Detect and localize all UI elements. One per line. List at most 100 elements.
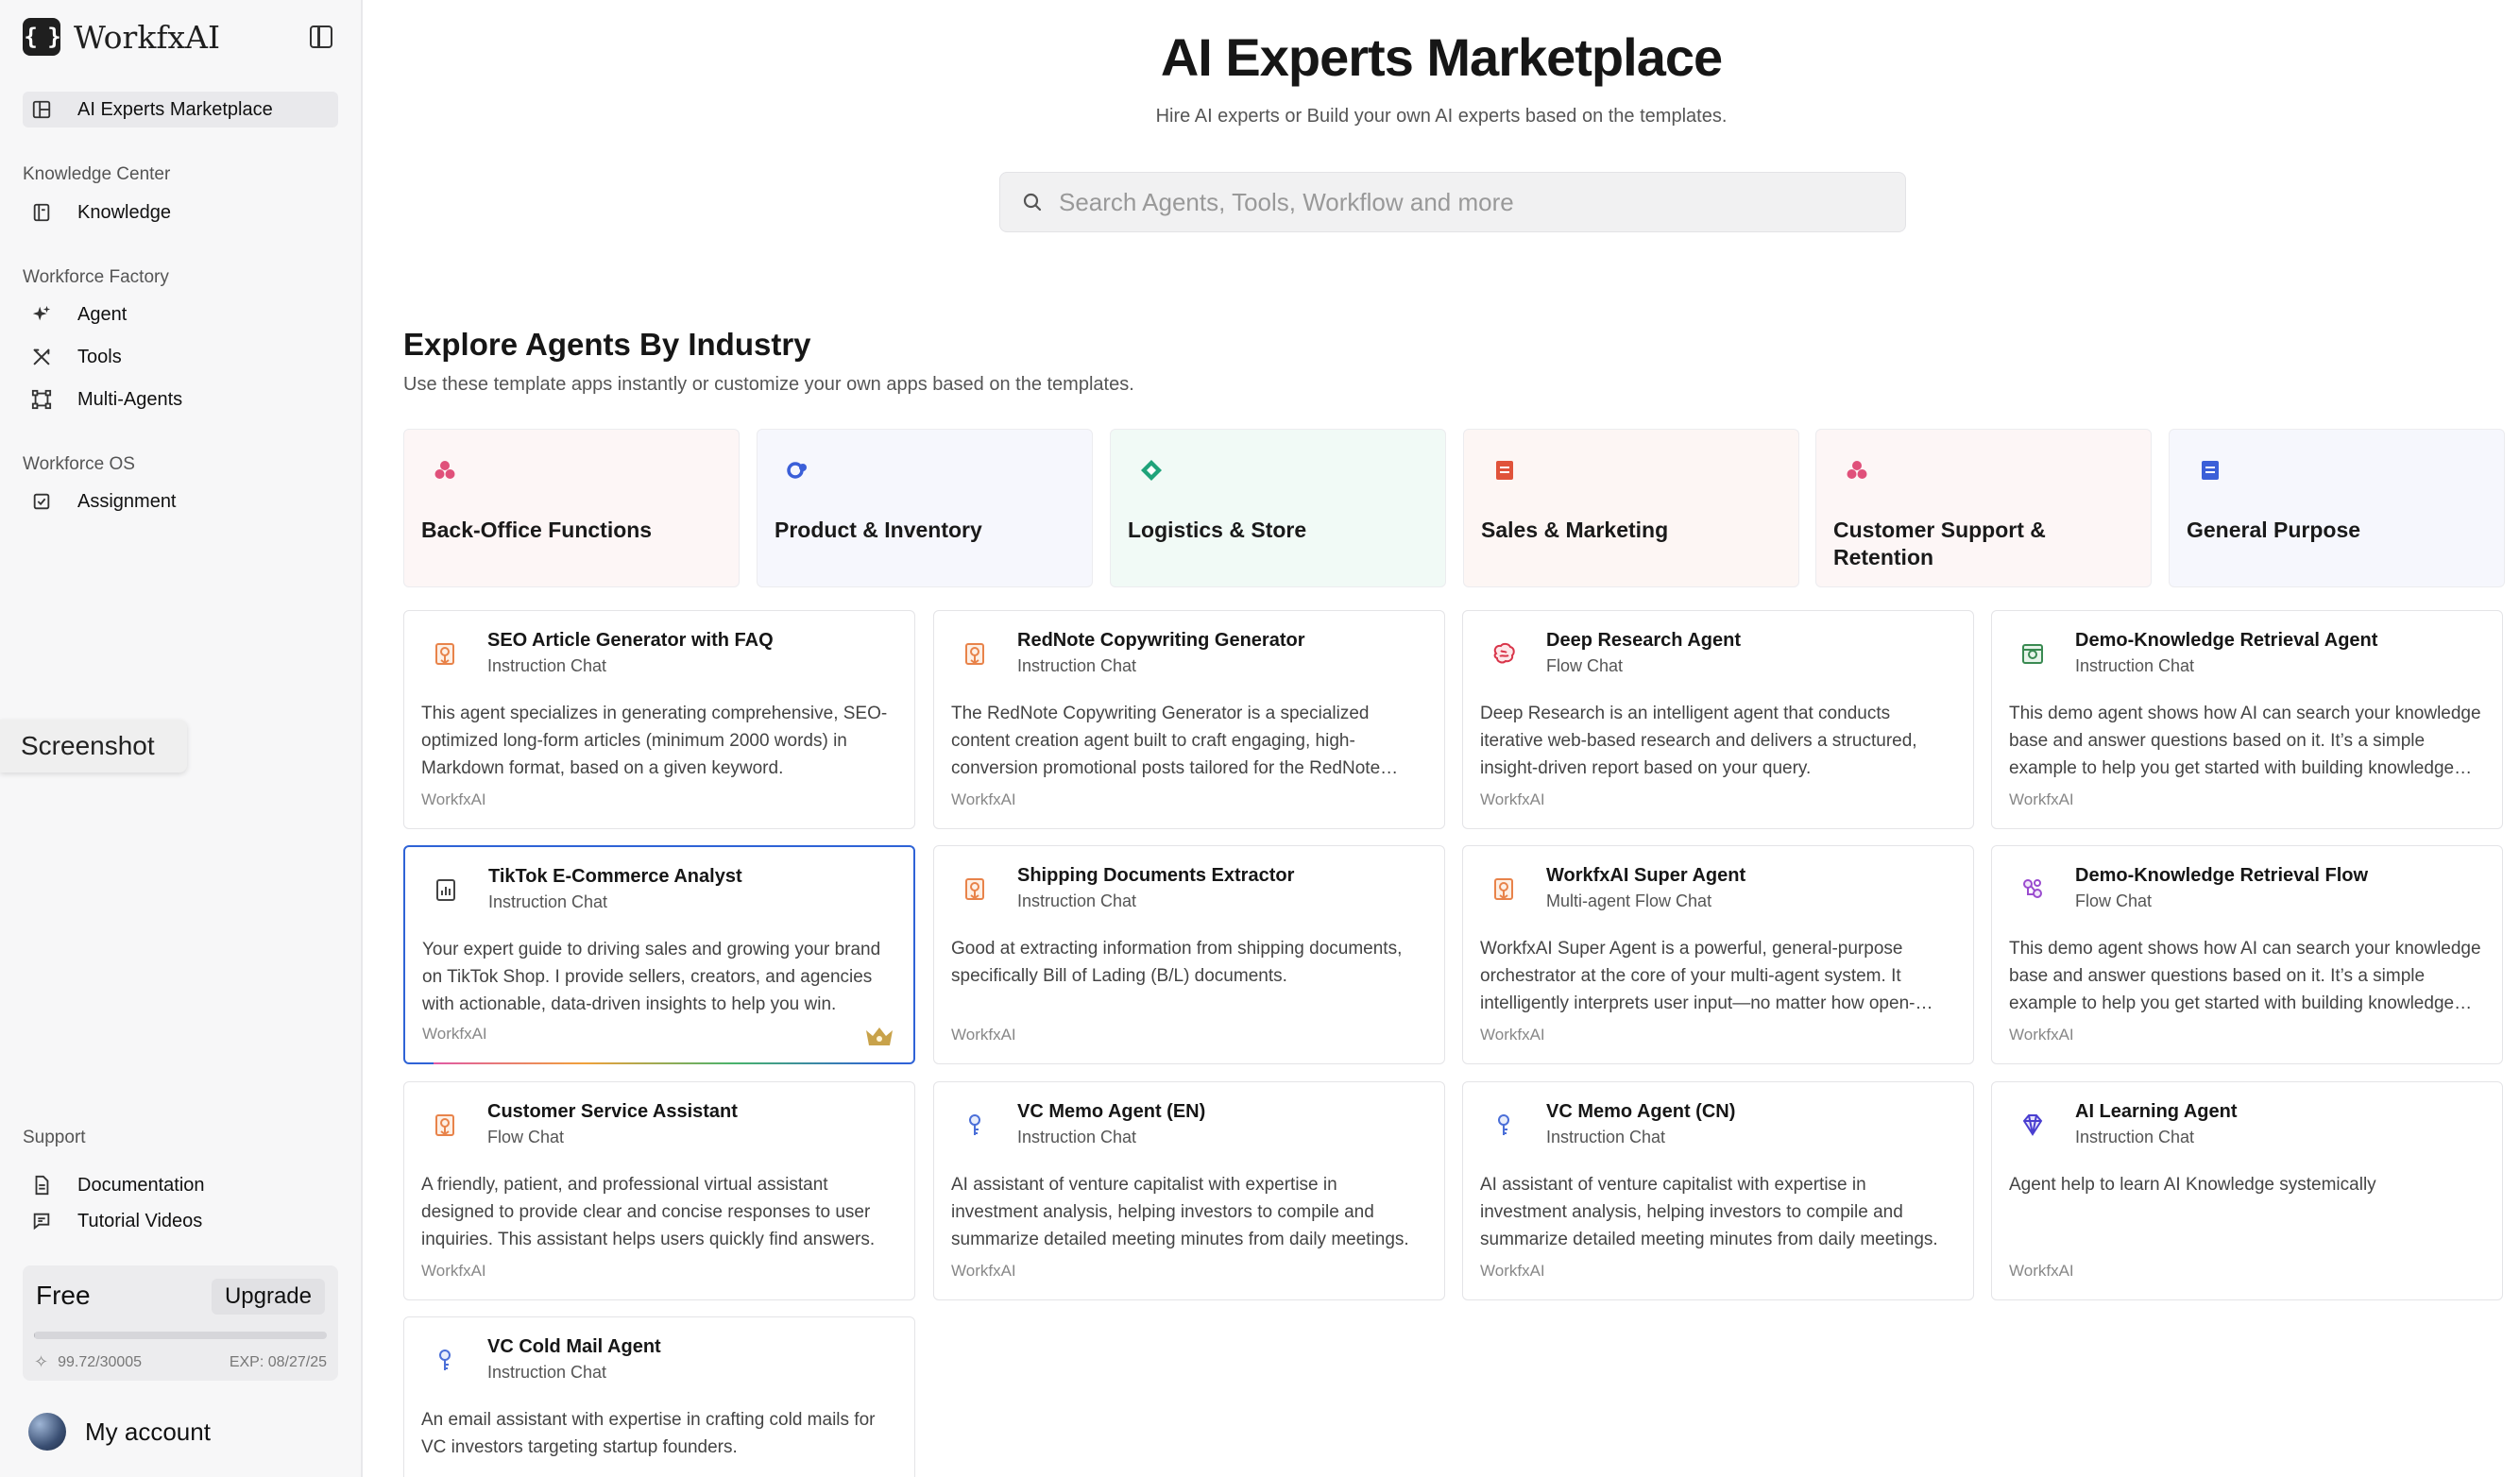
agent-card-author: WorkfxAI	[951, 1262, 1016, 1280]
agent-card-type: Flow Chat	[1546, 656, 1624, 675]
crown-icon	[864, 1025, 894, 1047]
industry-card[interactable]: General Purpose	[2169, 429, 2505, 587]
agent-card-description: This demo agent shows how AI can search …	[2009, 939, 2481, 1013]
sparkle-icon: ✧	[34, 1352, 49, 1371]
industry-card[interactable]: Sales & Marketing	[1463, 429, 1799, 587]
industry-section-description: Use these template apps instantly or cus…	[403, 374, 1134, 395]
sidebar-item-multi-agents[interactable]: Multi-Agents	[23, 382, 338, 417]
agent-card-description: Agent help to learn AI Knowledge systemi…	[2009, 1175, 2376, 1195]
agent-card[interactable]: WorkfxAI Super Agent Multi-agent Flow Cha…	[1462, 845, 1974, 1064]
upgrade-button[interactable]: Upgrade	[211, 1279, 325, 1315]
book-icon	[23, 195, 60, 230]
agent-card-author: WorkfxAI	[951, 1026, 1016, 1044]
gears-icon	[786, 458, 810, 483]
sidebar-item-marketplace[interactable]: AI Experts Marketplace	[23, 92, 338, 127]
agent-card-type: Flow Chat	[487, 1128, 565, 1146]
plan-name: Free	[36, 1281, 91, 1310]
logo-icon: { }	[23, 18, 61, 56]
agent-card[interactable]: Deep Research Agent Flow Chat Deep Researc…	[1462, 610, 1974, 829]
document-icon	[23, 1167, 60, 1203]
agent-card-description: AI assistant of venture capitalist with …	[951, 1175, 1409, 1249]
agent-card[interactable]: AI Learning Agent Instruction Chat Agent h…	[1991, 1081, 2503, 1300]
usage-progress-bar	[34, 1332, 327, 1339]
account-button[interactable]: My account	[28, 1413, 211, 1451]
sidebar-item-label: Documentation	[77, 1174, 205, 1196]
industry-card[interactable]: Customer Support & Retention	[1815, 429, 2152, 587]
layout-grid-icon	[23, 92, 60, 127]
key-icon	[1484, 1105, 1524, 1145]
writing-icon	[425, 1105, 465, 1145]
agent-card-title: VC Cold Mail Agent	[487, 1336, 661, 1357]
brain-icon	[1484, 634, 1524, 673]
industry-card[interactable]: Logistics & Store	[1110, 429, 1446, 587]
plan-expiry: EXP: 08/27/25	[229, 1353, 327, 1370]
agent-card-type: Flow Chat	[2075, 891, 2153, 910]
agent-card-author: WorkfxAI	[2009, 790, 2074, 808]
section-title-workforce-factory: Workforce Factory	[23, 267, 169, 287]
sidebar-item-label: Knowledge	[77, 201, 171, 223]
avatar	[28, 1413, 66, 1451]
agent-card-description: This demo agent shows how AI can search …	[2009, 704, 2481, 778]
agent-card[interactable]: VC Memo Agent (CN) Instruction Chat AI ass…	[1462, 1081, 1974, 1300]
section-title-knowledge-center: Knowledge Center	[23, 164, 171, 184]
agent-card-author: WorkfxAI	[421, 790, 486, 808]
usage-row: ✧ 99.72/30005 EXP: 08/27/25	[34, 1352, 327, 1372]
agent-card[interactable]: Demo-Knowledge Retrieval Agent Instructio…	[1991, 610, 2503, 829]
agent-card-author: WorkfxAI	[422, 1025, 487, 1043]
agent-card-description: An email assistant with expertise in cra…	[421, 1410, 876, 1457]
agent-card-type: Instruction Chat	[1017, 656, 1137, 675]
section-title-support: Support	[23, 1128, 86, 1147]
agent-card-description: Good at extracting information from ship…	[951, 939, 1403, 986]
agent-card-description: WorkfxAI Super Agent is a powerful, gene…	[1480, 939, 1916, 1013]
search-input[interactable]	[1059, 187, 1871, 217]
industry-card[interactable]: Product & Inventory	[757, 429, 1093, 587]
agent-card-title: RedNote Copywriting Generator	[1017, 630, 1305, 651]
sidebar-item-tutorial-videos[interactable]: Tutorial Videos	[23, 1203, 338, 1239]
search-bar[interactable]	[999, 172, 1906, 232]
agent-card[interactable]: Customer Service Assistant Flow Chat A fri…	[403, 1081, 915, 1300]
writing-icon	[425, 634, 465, 673]
agent-card-type: Instruction Chat	[2075, 1128, 2195, 1146]
sidebar-toggle-icon[interactable]	[310, 25, 332, 48]
sidebar-item-label: Tutorial Videos	[77, 1210, 203, 1231]
nodes-icon	[23, 382, 60, 417]
writing-icon	[955, 869, 995, 908]
sidebar-item-agent[interactable]: Agent	[23, 297, 338, 332]
sidebar-item-label: Tools	[77, 346, 122, 367]
agent-card-author: WorkfxAI	[421, 1262, 486, 1280]
agent-card-title: Customer Service Assistant	[487, 1101, 738, 1122]
agent-card-type: Instruction Chat	[487, 1363, 607, 1382]
agent-card[interactable]: TikTok E-Commerce Analyst Instruction Cha…	[403, 845, 915, 1064]
checkbox-icon	[23, 484, 60, 519]
industry-card[interactable]: Back-Office Functions	[403, 429, 740, 587]
agent-card[interactable]: Demo-Knowledge Retrieval Flow Flow Chat Th…	[1991, 845, 2503, 1064]
sidebar-item-knowledge[interactable]: Knowledge	[23, 195, 338, 230]
agent-card-type: Instruction Chat	[1017, 891, 1137, 910]
agent-card[interactable]: Shipping Documents Extractor Instruction …	[933, 845, 1445, 1064]
agent-card[interactable]: RedNote Copywriting Generator Instruction…	[933, 610, 1445, 829]
sidebar-item-assignment[interactable]: Assignment	[23, 484, 338, 519]
writing-icon	[955, 634, 995, 673]
agent-card-description: A friendly, patient, and professional vi…	[421, 1175, 876, 1249]
agent-card[interactable]: VC Cold Mail Agent Instruction Chat An ema…	[403, 1316, 915, 1477]
industry-card-name: Customer Support & Retention	[1833, 518, 2046, 569]
agent-card[interactable]: VC Memo Agent (EN) Instruction Chat AI ass…	[933, 1081, 1445, 1300]
industry-card-name: Product & Inventory	[775, 518, 982, 542]
industry-card-name: Logistics & Store	[1128, 518, 1307, 542]
flow-icon	[2013, 869, 2052, 908]
screenshot-tab[interactable]: Screenshot	[0, 720, 187, 772]
agent-card-type: Instruction Chat	[487, 656, 607, 675]
industry-section-heading: Explore Agents By Industry	[403, 327, 811, 362]
sidebar-item-documentation[interactable]: Documentation	[23, 1167, 338, 1203]
account-label: My account	[85, 1417, 211, 1446]
sidebar-item-tools[interactable]: Tools	[23, 339, 338, 375]
sidebar-item-label: Multi-Agents	[77, 388, 183, 410]
diamond-icon	[1139, 458, 1164, 483]
agent-card-type: Instruction Chat	[1546, 1128, 1666, 1146]
agent-card[interactable]: SEO Article Generator with FAQ Instructio…	[403, 610, 915, 829]
agent-card-description: Your expert guide to driving sales and g…	[422, 940, 881, 1014]
usage-progress-fill	[34, 1332, 36, 1339]
agent-card-type: Instruction Chat	[488, 892, 608, 911]
brand[interactable]: { } WorkfxAI	[23, 17, 220, 57]
plan-card: Free Upgrade ✧ 99.72/30005 EXP: 08/27/25	[23, 1265, 338, 1381]
